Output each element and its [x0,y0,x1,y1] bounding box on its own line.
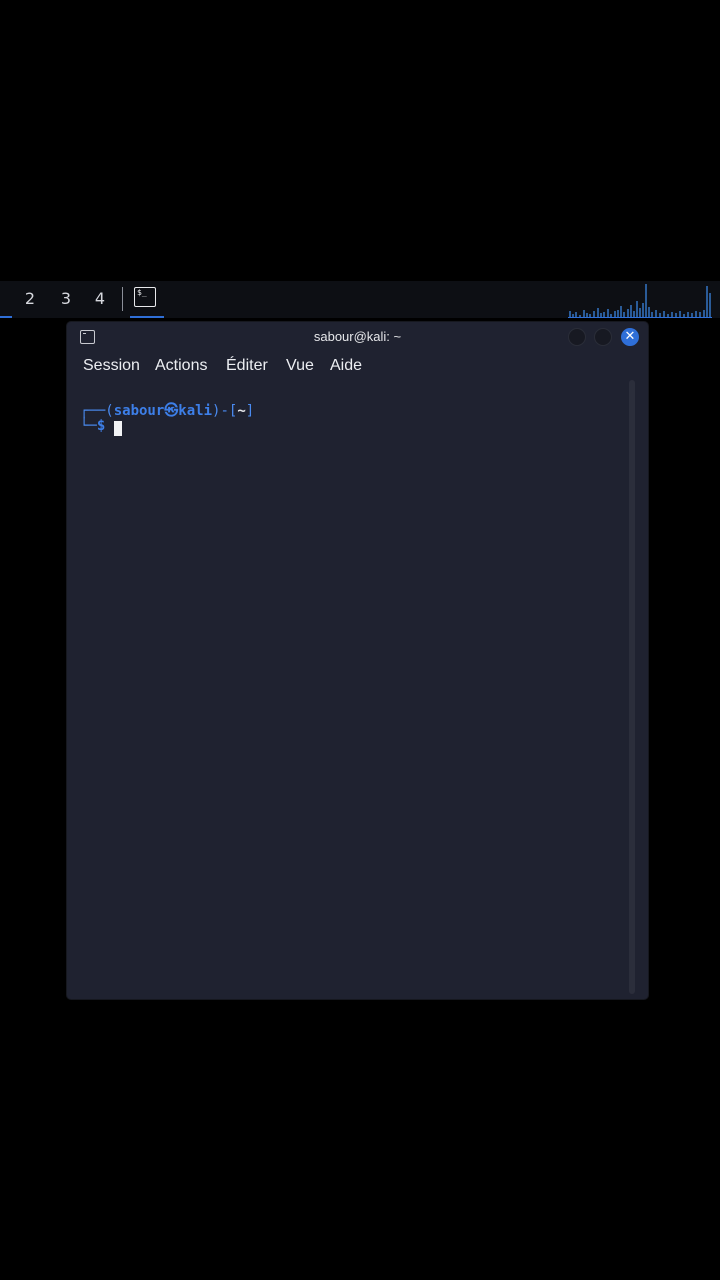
window-titlebar[interactable]: sabour@kali: ~ ✕ [67,322,648,352]
prompt-user: sabour [113,403,165,419]
prompt-host: kali [178,403,213,419]
prompt-corner-bottom: └─ [80,418,97,434]
terminal-scrollbar[interactable] [629,380,635,994]
menu-editer[interactable]: Éditer [226,357,268,375]
prompt-path: ~ [237,403,246,419]
minimize-button[interactable] [568,328,586,346]
prompt-dollar: $ [96,418,106,434]
prompt-line-1: ┌──(sabour㉿kali)-[~] [80,400,254,420]
taskbar-terminal-button[interactable]: $_ [130,285,164,318]
maximize-button[interactable] [594,328,612,346]
workspace-2-button[interactable]: 2 [19,289,41,309]
prompt-bracket-end: ] [245,403,255,419]
workspace-3-button[interactable]: 3 [55,289,77,309]
terminal-output[interactable]: ┌──(sabour㉿kali)-[~] └─$ [80,400,625,990]
close-button[interactable]: ✕ [621,328,639,346]
terminal-icon: $_ [134,287,156,307]
active-task-underline [130,316,164,318]
workspace-4-button[interactable]: 4 [89,289,111,309]
menu-aide[interactable]: Aide [330,357,362,375]
window-title: sabour@kali: ~ [313,329,402,344]
text-cursor [114,421,122,436]
menu-bar: Session Actions Éditer Vue Aide [67,352,648,380]
taskbar-separator [122,287,123,311]
terminal-window: sabour@kali: ~ ✕ Session Actions Éditer … [67,322,648,999]
cpu-usage-graph [568,284,712,318]
workspace-indicator [0,316,12,318]
menu-actions[interactable]: Actions [155,357,207,375]
menu-vue[interactable]: Vue [286,357,314,375]
prompt-corner: ┌──( [80,403,114,419]
menu-session[interactable]: Session [83,357,140,375]
prompt-line-2: └─$ [80,418,105,434]
prompt-at-symbol: ㉿ [164,403,179,419]
taskbar: 2 3 4 $_ [0,281,720,318]
prompt-separator: )-[ [212,403,238,419]
close-icon: ✕ [624,329,636,344]
